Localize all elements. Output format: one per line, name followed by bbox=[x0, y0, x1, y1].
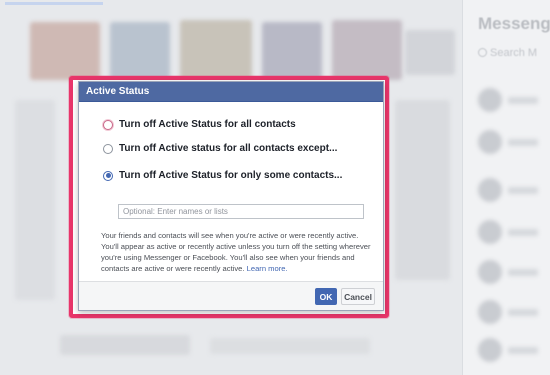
contact-item bbox=[478, 338, 540, 366]
contact-item bbox=[478, 220, 540, 248]
contact-name bbox=[508, 309, 538, 316]
blurred-block bbox=[15, 100, 55, 300]
contact-name bbox=[508, 269, 538, 276]
contact-name bbox=[508, 229, 538, 236]
radio-turn-off-some[interactable] bbox=[103, 170, 113, 181]
contact-name bbox=[508, 187, 538, 194]
active-status-dialog: Active Status Turn off Active Status for… bbox=[78, 81, 384, 311]
contact-item bbox=[478, 178, 540, 206]
search-icon bbox=[478, 48, 487, 57]
cancel-button[interactable]: Cancel bbox=[341, 288, 375, 305]
avatar bbox=[478, 220, 502, 244]
blurred-block bbox=[395, 100, 450, 280]
names-or-lists-input[interactable] bbox=[118, 204, 364, 219]
story-thumbnail bbox=[180, 20, 252, 80]
option-turn-off-all-except-label: Turn off Active status for all contacts … bbox=[119, 143, 338, 154]
messenger-title: Messeng bbox=[478, 14, 550, 33]
story-thumbnail bbox=[405, 30, 455, 75]
story-thumbnail bbox=[110, 22, 170, 80]
messenger-search: Search M bbox=[478, 47, 537, 59]
description-text: Your friends and contacts will see when … bbox=[101, 230, 373, 274]
avatar bbox=[478, 338, 502, 362]
option-turn-off-all[interactable]: Turn off Active Status for all contacts bbox=[103, 119, 296, 130]
dialog-footer: OK Cancel bbox=[79, 281, 383, 310]
contact-item bbox=[478, 130, 540, 158]
blurred-block bbox=[210, 338, 370, 354]
avatar bbox=[478, 88, 502, 112]
ok-button[interactable]: OK bbox=[315, 288, 337, 305]
story-thumbnail bbox=[332, 20, 402, 80]
contact-item bbox=[478, 300, 540, 328]
option-turn-off-some[interactable]: Turn off Active Status for only some con… bbox=[103, 170, 342, 181]
contact-name bbox=[508, 347, 538, 354]
story-thumbnail bbox=[30, 22, 100, 80]
contact-name bbox=[508, 97, 538, 104]
avatar bbox=[478, 130, 502, 154]
blurred-block bbox=[60, 335, 190, 355]
contact-item bbox=[478, 88, 540, 116]
description-body: Your friends and contacts will see when … bbox=[101, 231, 371, 273]
dialog-body: Turn off Active Status for all contacts … bbox=[79, 102, 383, 282]
contact-item bbox=[478, 260, 540, 288]
avatar bbox=[478, 300, 502, 324]
radio-turn-off-all-except[interactable] bbox=[103, 143, 113, 154]
option-turn-off-some-label: Turn off Active Status for only some con… bbox=[119, 170, 343, 181]
option-turn-off-all-label: Turn off Active Status for all contacts bbox=[119, 119, 296, 130]
story-thumbnail bbox=[262, 22, 322, 80]
contact-name bbox=[508, 139, 538, 146]
avatar bbox=[478, 178, 502, 202]
learn-more-link[interactable]: Learn more. bbox=[247, 264, 288, 273]
tab-indicator bbox=[5, 2, 103, 5]
option-turn-off-all-except[interactable]: Turn off Active status for all contacts … bbox=[103, 143, 337, 154]
messenger-search-placeholder: Search M bbox=[490, 47, 538, 59]
radio-turn-off-all[interactable] bbox=[103, 119, 113, 130]
dialog-title: Active Status bbox=[79, 82, 383, 102]
avatar bbox=[478, 260, 502, 284]
